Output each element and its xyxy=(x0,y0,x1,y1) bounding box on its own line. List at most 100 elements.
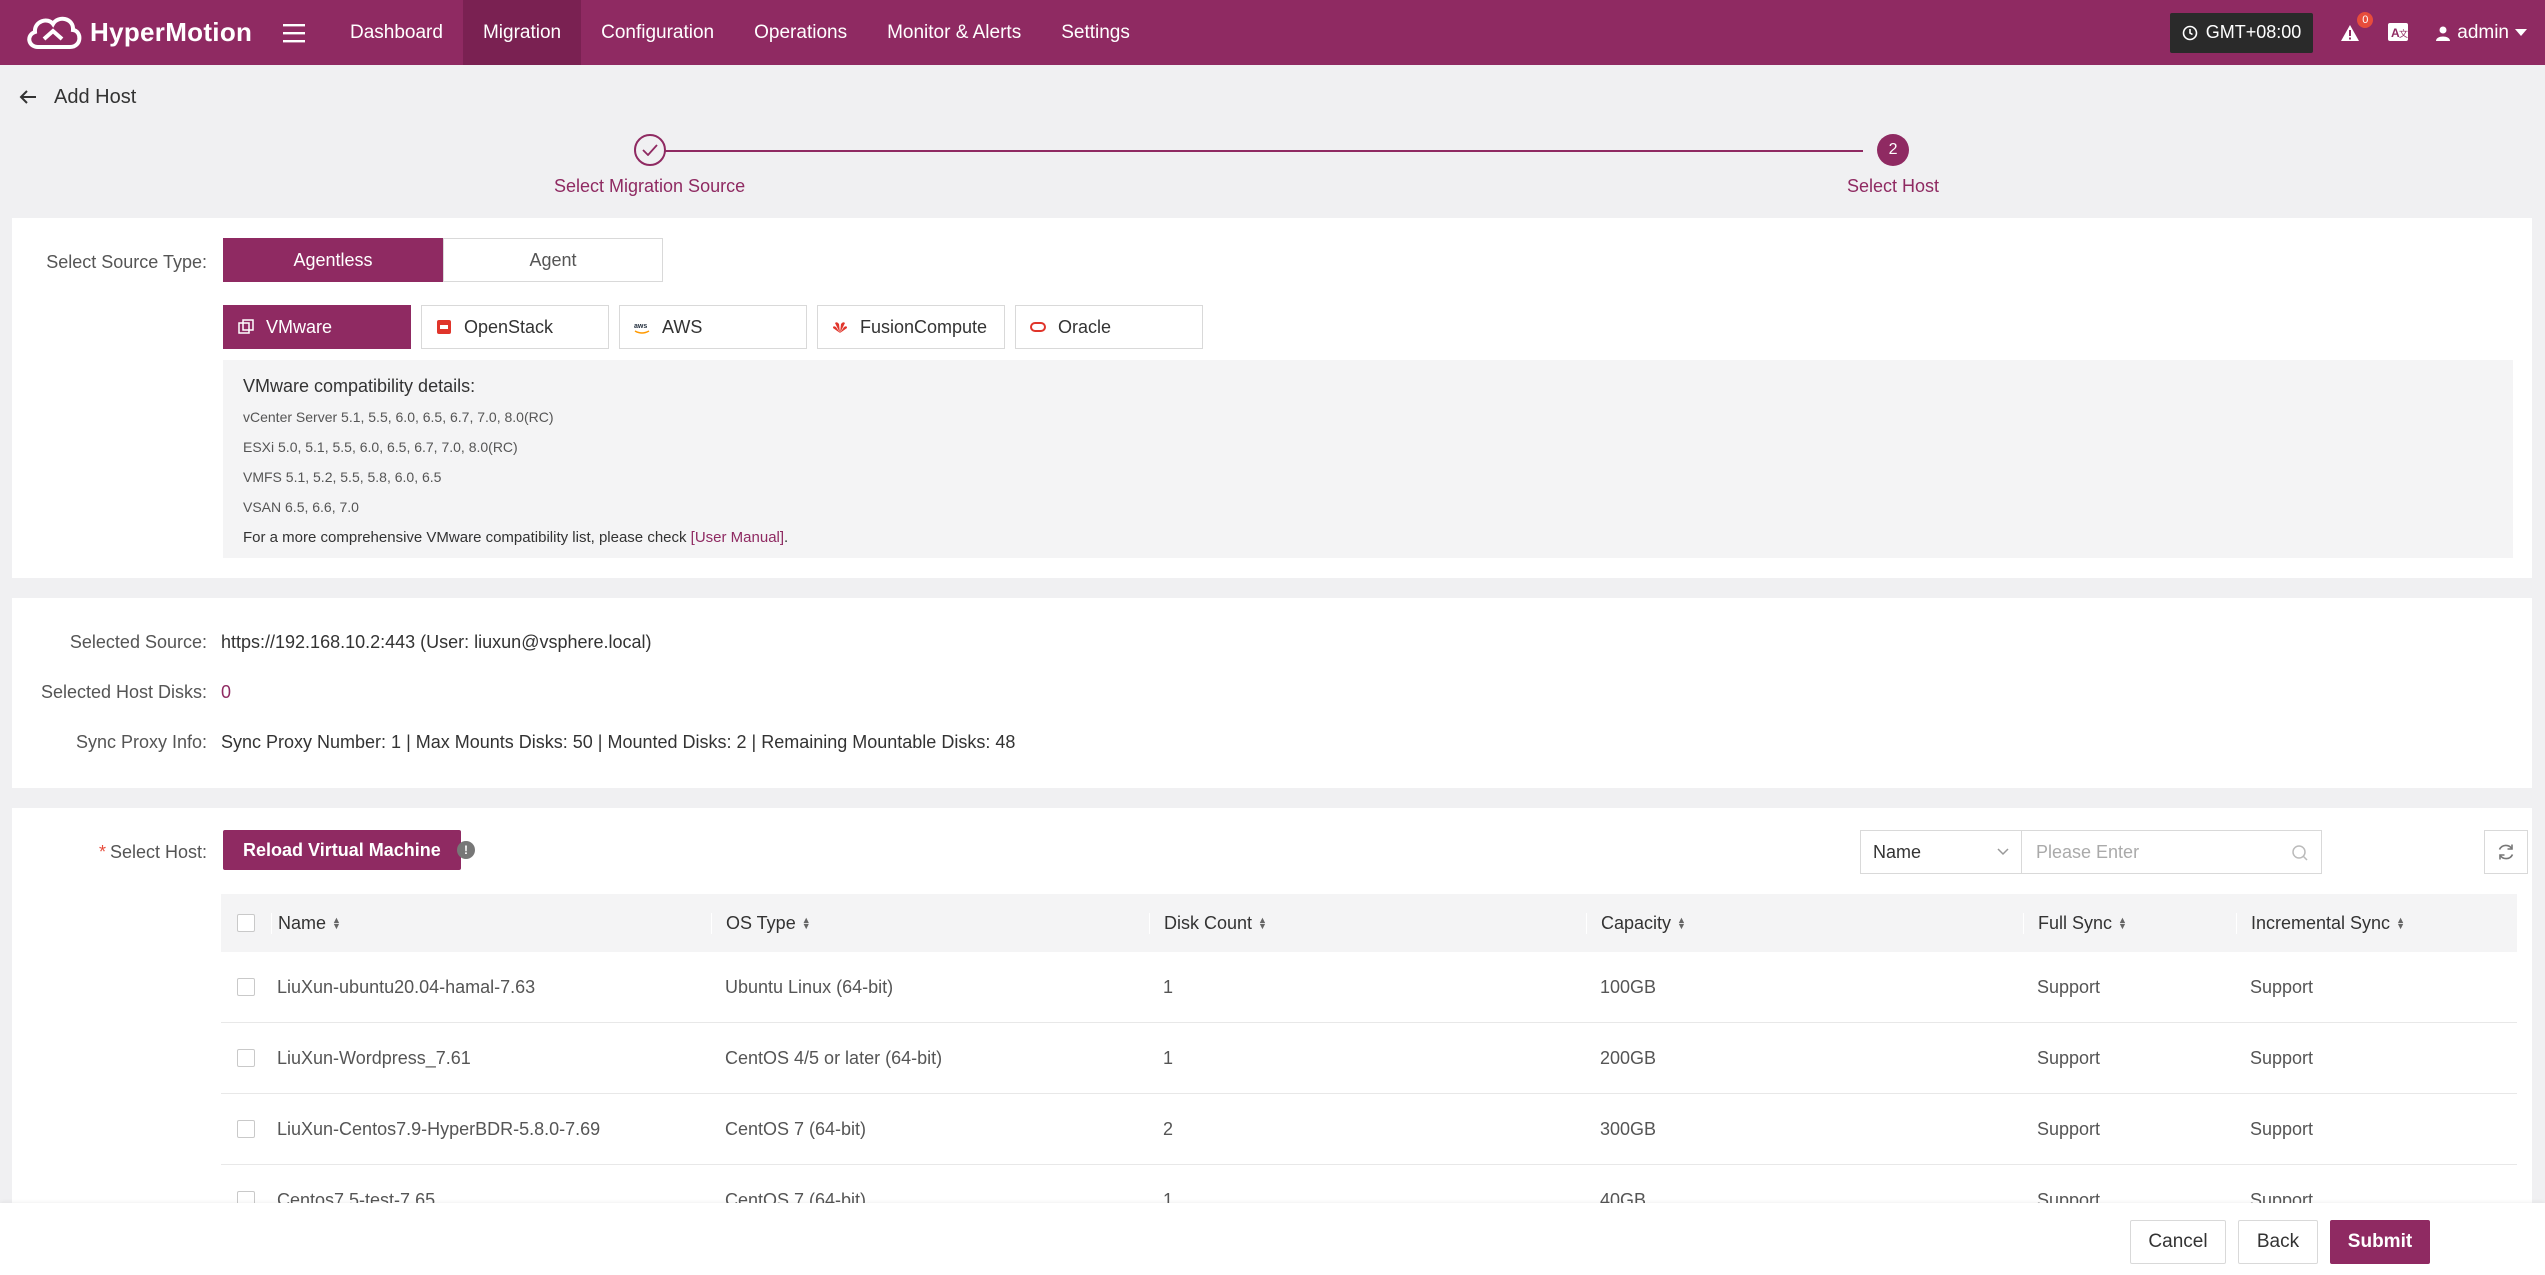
nav-configuration[interactable]: Configuration xyxy=(581,0,734,65)
selected-source-row: Selected Source: https://192.168.10.2:44… xyxy=(12,632,652,653)
user-menu[interactable]: admin xyxy=(2435,22,2527,44)
platform-aws[interactable]: aws AWS xyxy=(619,305,807,349)
platform-fusioncompute[interactable]: FusionCompute xyxy=(817,305,1005,349)
col-full-sync[interactable]: Full Sync ▲ ▼ xyxy=(2023,912,2236,934)
search-input[interactable] xyxy=(2036,841,2276,863)
nav-monitor-alerts[interactable]: Monitor & Alerts xyxy=(867,0,1041,65)
cell-disks: 1 xyxy=(1163,1047,1174,1068)
platform-oracle[interactable]: Oracle xyxy=(1015,305,1203,349)
clock-icon xyxy=(2182,25,2198,40)
source-type-label: Select Source Type: xyxy=(46,252,207,272)
check-icon xyxy=(641,144,658,156)
menu-toggle-button[interactable] xyxy=(272,11,316,55)
host-disks-row: Selected Host Disks: 0 xyxy=(12,682,231,703)
username: admin xyxy=(2457,21,2509,43)
reload-vm-button[interactable]: Reload Virtual Machine xyxy=(223,830,461,870)
compat-title: VMware compatibility details: xyxy=(243,376,476,396)
user-icon xyxy=(2436,26,2451,41)
nav-operations[interactable]: Operations xyxy=(734,0,867,65)
platform-label: OpenStack xyxy=(464,316,554,337)
openstack-icon xyxy=(437,320,451,334)
table-row[interactable]: LiuXun-Centos7.9-HyperBDR-5.8.0-7.69 Cen… xyxy=(221,1094,2517,1165)
timezone-label: GMT+08:00 xyxy=(2205,22,2302,42)
back-arrow-icon[interactable] xyxy=(16,85,40,109)
compat-footer: For a more comprehensive VMware compatib… xyxy=(243,529,2493,546)
row-checkbox[interactable] xyxy=(237,978,255,996)
host-table: Name ▲ ▼ OS Type ▲ ▼ Disk Count ▲ ▼ Capacity ▲ ▼… xyxy=(221,894,2517,1208)
compat-line: VSAN 6.5, 6.6, 7.0 xyxy=(243,499,359,515)
compat-line: vCenter Server 5.1, 5.5, 6.0, 6.5, 6.7, … xyxy=(243,409,554,425)
sort-icon: ▲ ▼ xyxy=(2396,915,2405,931)
oracle-icon xyxy=(1030,322,1046,332)
col-os-type[interactable]: OS Type ▲ ▼ xyxy=(711,912,1149,934)
select-host-label-text: Select Host: xyxy=(109,842,207,862)
table-row[interactable]: LiuXun-Wordpress_7.61 CentOS 4/5 or late… xyxy=(221,1023,2517,1094)
filter-field-value: Name xyxy=(1873,841,1922,862)
row-checkbox-cell xyxy=(221,1120,271,1138)
required-mark: * xyxy=(98,842,106,862)
logo[interactable]: HyperMotion xyxy=(22,9,262,57)
language-icon: A文 xyxy=(2388,22,2408,41)
search-icon[interactable] xyxy=(2291,844,2309,862)
timezone-display[interactable]: GMT+08:00 xyxy=(2169,12,2314,53)
table-row[interactable]: Centos7.5-test-7.65 CentOS 7 (64-bit) 1 … xyxy=(221,1165,2517,1208)
submit-button[interactable]: Submit xyxy=(2330,1220,2430,1264)
step-label: Select Host xyxy=(1847,176,1940,196)
alerts-button[interactable]: 0 xyxy=(2337,11,2374,46)
source-type-toggle: Agentless Agent xyxy=(223,238,663,282)
nav-settings[interactable]: Settings xyxy=(1041,0,1150,65)
agent-button[interactable]: Agent xyxy=(443,238,663,282)
svg-text:aws: aws xyxy=(634,323,647,330)
cell-inc-sync: Support xyxy=(2250,1047,2314,1068)
cell-full-sync: Support xyxy=(2037,976,2101,997)
platform-label: AWS xyxy=(662,316,703,337)
col-inc-label: Incremental Sync xyxy=(2251,912,2391,933)
col-capacity[interactable]: Capacity ▲ ▼ xyxy=(1586,912,2023,934)
refresh-button[interactable] xyxy=(2484,830,2528,874)
table-row[interactable]: LiuXun-ubuntu20.04-hamal-7.63 Ubuntu Lin… xyxy=(221,952,2517,1023)
platform-vmware[interactable]: VMware xyxy=(223,305,411,349)
back-button[interactable]: Back xyxy=(2238,1220,2318,1264)
info-icon[interactable]: ! xyxy=(457,841,475,859)
cancel-button[interactable]: Cancel xyxy=(2130,1220,2226,1264)
col-incremental-sync[interactable]: Incremental Sync ▲ ▼ xyxy=(2236,912,2476,934)
top-navbar: HyperMotion Dashboard Migration Configur… xyxy=(0,0,2545,65)
sync-proxy-value: Sync Proxy Number: 1 | Max Mounts Disks:… xyxy=(221,732,1016,752)
col-disk-count[interactable]: Disk Count ▲ ▼ xyxy=(1149,912,1586,934)
svg-text:文: 文 xyxy=(2399,28,2408,39)
platform-openstack[interactable]: OpenStack xyxy=(421,305,609,349)
select-host-label: * Select Host: xyxy=(12,842,207,863)
refresh-icon xyxy=(2498,844,2514,860)
step-done-circle xyxy=(633,134,666,166)
sort-icon: ▲ ▼ xyxy=(1677,915,1686,931)
sort-icon: ▲ ▼ xyxy=(801,915,811,931)
chevron-down-icon xyxy=(1997,848,2009,856)
app-name: HyperMotion xyxy=(90,17,253,47)
hamburger-icon xyxy=(283,23,305,42)
compat-footer-end: . xyxy=(784,529,789,546)
aws-icon: aws xyxy=(634,323,650,334)
nav-migration[interactable]: Migration xyxy=(462,0,582,65)
user-manual-link[interactable]: [User Manual] xyxy=(691,529,784,546)
page-header: Add Host xyxy=(16,85,136,109)
warning-icon xyxy=(2341,24,2360,41)
cell-capacity: 200GB xyxy=(1600,1047,1657,1068)
main-nav: Dashboard Migration Configuration Operat… xyxy=(330,0,1150,65)
row-checkbox[interactable] xyxy=(237,1120,255,1138)
platform-label: VMware xyxy=(266,316,333,337)
language-button[interactable]: A文 xyxy=(2387,21,2411,45)
col-name[interactable]: Name ▲ ▼ xyxy=(271,912,711,934)
col-full-label: Full Sync xyxy=(2038,912,2113,933)
vmware-icon xyxy=(238,319,254,334)
sync-proxy-label: Sync Proxy Info: xyxy=(75,732,207,752)
step-select-migration-source: Select Migration Source xyxy=(554,134,745,197)
select-all-checkbox[interactable] xyxy=(237,914,255,932)
selection-info-card: Selected Source: https://192.168.10.2:44… xyxy=(12,598,2532,788)
row-checkbox[interactable] xyxy=(237,1049,255,1067)
nav-dashboard[interactable]: Dashboard xyxy=(330,0,463,65)
filter-field-select[interactable]: Name xyxy=(1860,830,2022,874)
cell-disks: 1 xyxy=(1163,976,1174,997)
source-type-card: Select Source Type: Agentless Agent VMwa… xyxy=(12,218,2532,578)
agentless-button[interactable]: Agentless xyxy=(223,238,443,282)
step-select-host: 2 Select Host xyxy=(1847,134,1939,197)
